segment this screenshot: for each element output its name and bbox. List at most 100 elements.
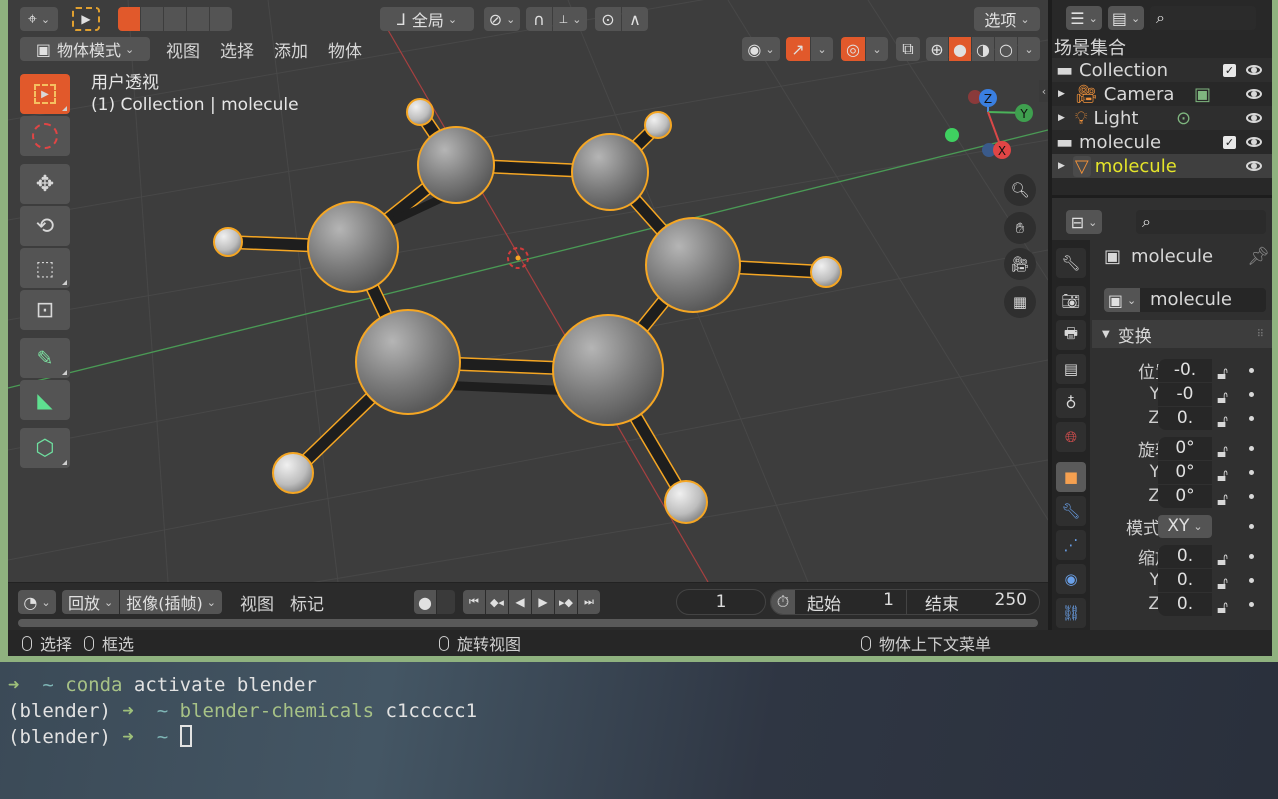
prev-keyframe-button[interactable]: ◆◂: [485, 590, 508, 614]
scale-z-field[interactable]: 0.: [1158, 592, 1212, 616]
select-invert-button[interactable]: [187, 7, 209, 31]
menu-view[interactable]: 视图: [166, 37, 200, 62]
properties-editor-type[interactable]: ⊟ ⌄: [1066, 210, 1102, 234]
unlock-icon[interactable]: 🔓︎: [1217, 550, 1231, 570]
timeline-editor-type[interactable]: ◔ ⌄: [18, 590, 56, 614]
keyframe-dot[interactable]: [1249, 445, 1254, 451]
preview-range-toggle[interactable]: ⏱: [771, 590, 795, 614]
shading-material[interactable]: ◑: [972, 37, 994, 61]
tool-measure[interactable]: ◣: [20, 380, 70, 420]
rotation-z-field[interactable]: 0°: [1158, 484, 1212, 508]
keyframe-dot[interactable]: [1249, 493, 1254, 499]
snap-toggle[interactable]: ∩: [526, 7, 552, 31]
camera-data-icon[interactable]: ▣: [1194, 84, 1211, 105]
tab-physics[interactable]: ◉: [1056, 564, 1086, 594]
play-reverse-button[interactable]: ◀: [508, 590, 531, 614]
tool-add-cube[interactable]: ⬡: [20, 428, 70, 468]
benzene-molecule[interactable]: [213, 98, 842, 524]
overlay-toggle[interactable]: ◎: [841, 37, 865, 61]
keyframe-dot[interactable]: [1249, 601, 1254, 607]
scale-x-field[interactable]: 0.: [1158, 544, 1212, 568]
tool-rotate[interactable]: ⟲: [20, 206, 70, 246]
options-dropdown[interactable]: 选项 ⌄: [974, 7, 1040, 31]
exclude-checkbox[interactable]: ✓: [1223, 63, 1236, 77]
keyframe-dot[interactable]: [1249, 469, 1254, 475]
unlock-icon[interactable]: 🔓︎: [1217, 598, 1231, 618]
keying-dropdown[interactable]: 抠像(插帧) ⌄: [120, 590, 222, 614]
terminal-cursor[interactable]: [179, 725, 192, 747]
keyframe-dot[interactable]: [1249, 553, 1254, 559]
auto-keying-toggle[interactable]: ●: [413, 590, 436, 614]
select-subtract-button[interactable]: [164, 7, 186, 31]
current-frame-field[interactable]: 1: [676, 589, 766, 615]
select-intersect-button[interactable]: [210, 7, 232, 31]
drag-handle-icon[interactable]: ⠿: [1257, 329, 1264, 340]
tool-cursor[interactable]: [20, 116, 70, 156]
transform-panel-header[interactable]: ▼ 变换 ⠿: [1092, 320, 1272, 348]
unlock-icon[interactable]: 🔓︎: [1217, 412, 1231, 432]
outliner-search-input[interactable]: ⌕: [1150, 6, 1256, 30]
gizmo-dropdown[interactable]: ⌄: [811, 37, 833, 61]
end-frame-field[interactable]: 结束 250: [907, 590, 1027, 615]
outliner-item-molecule-collection[interactable]: ▬ molecule ✓: [1052, 130, 1272, 154]
keyframe-dot[interactable]: [1249, 577, 1254, 583]
menu-select[interactable]: 选择: [220, 37, 254, 62]
gizmo-neg-y[interactable]: [945, 128, 959, 142]
shading-wireframe[interactable]: ⊕: [926, 37, 948, 61]
unlock-icon[interactable]: 🔓︎: [1217, 388, 1231, 408]
visibility-dropdown[interactable]: ◉ ⌄: [742, 37, 780, 61]
timeline-scrollbar[interactable]: [18, 619, 1038, 627]
start-frame-field[interactable]: 起始 1: [807, 589, 907, 615]
tool-transform[interactable]: ⊡: [20, 290, 70, 330]
outliner-display-mode[interactable]: ☰ ⌄: [1066, 6, 1102, 30]
datablock-browse[interactable]: ▣ ⌄: [1104, 288, 1140, 312]
auto-keying-dropdown[interactable]: [436, 590, 455, 614]
timeline-menu-marker[interactable]: 标记: [290, 590, 324, 615]
camera-view-button[interactable]: 🎥︎: [1004, 248, 1036, 280]
jump-start-button[interactable]: ⏮: [462, 590, 485, 614]
outliner-item-molecule-mesh[interactable]: ▶ ▽ molecule: [1052, 154, 1272, 178]
eye-icon[interactable]: [1246, 89, 1262, 99]
pivot-point-dropdown[interactable]: ⊘ ⌄: [484, 7, 520, 31]
terminal[interactable]: ➜ ~ conda activate blender (blender) ➜ ~…: [0, 662, 1278, 799]
location-x-field[interactable]: -0.: [1158, 358, 1212, 382]
tab-object[interactable]: ■: [1056, 462, 1086, 492]
rotation-y-field[interactable]: 0°: [1158, 460, 1212, 484]
outliner-item-camera[interactable]: ▶ 🎥︎ Camera ▣: [1052, 82, 1272, 106]
eye-icon[interactable]: [1246, 113, 1262, 123]
location-y-field[interactable]: -0: [1158, 382, 1212, 406]
tab-modifiers[interactable]: 🔧︎: [1056, 496, 1086, 526]
unlock-icon[interactable]: 🔓︎: [1217, 364, 1231, 384]
overlay-dropdown[interactable]: ⌄: [866, 37, 888, 61]
jump-end-button[interactable]: ⏭: [577, 590, 600, 614]
pin-icon[interactable]: 📌︎: [1247, 246, 1270, 267]
rotation-x-field[interactable]: 0°: [1158, 436, 1212, 460]
shading-dropdown[interactable]: ⌄: [1018, 37, 1040, 61]
expand-arrow-icon[interactable]: ▶: [1058, 89, 1065, 99]
tool-scale[interactable]: ⬚: [20, 248, 70, 288]
tab-scene[interactable]: ♁: [1056, 388, 1086, 418]
tab-output[interactable]: 🖶: [1056, 320, 1086, 350]
tab-world[interactable]: 🌐︎: [1056, 422, 1086, 452]
shading-rendered[interactable]: ○: [995, 37, 1017, 61]
rotation-mode-dropdown[interactable]: XY ⌄: [1158, 514, 1212, 538]
falloff-dropdown[interactable]: ∧: [622, 7, 648, 31]
eye-icon[interactable]: [1246, 65, 1262, 75]
expand-arrow-icon[interactable]: ▶: [1058, 161, 1065, 171]
scale-y-field[interactable]: 0.: [1158, 568, 1212, 592]
mode-dropdown[interactable]: ▣ 物体模式 ⌄: [20, 37, 150, 61]
datablock-name-input[interactable]: molecule: [1140, 288, 1232, 312]
select-tool-button[interactable]: ▶: [72, 7, 100, 31]
menu-object[interactable]: 物体: [328, 37, 362, 62]
exclude-checkbox[interactable]: ✓: [1223, 135, 1236, 149]
editor-type-button[interactable]: ⌖ ⌄: [20, 7, 58, 31]
eye-icon[interactable]: [1246, 161, 1262, 171]
properties-search-input[interactable]: ⌕: [1136, 210, 1266, 234]
unlock-icon[interactable]: 🔓︎: [1217, 490, 1231, 510]
timeline-menu-view[interactable]: 视图: [240, 590, 274, 615]
keyframe-dot[interactable]: [1249, 367, 1254, 373]
unlock-icon[interactable]: 🔓︎: [1217, 466, 1231, 486]
tab-tool[interactable]: 🔧︎: [1056, 248, 1086, 278]
play-button[interactable]: ▶: [531, 590, 554, 614]
transform-orientation-dropdown[interactable]: ⅃ 全局 ⌄: [380, 7, 474, 31]
